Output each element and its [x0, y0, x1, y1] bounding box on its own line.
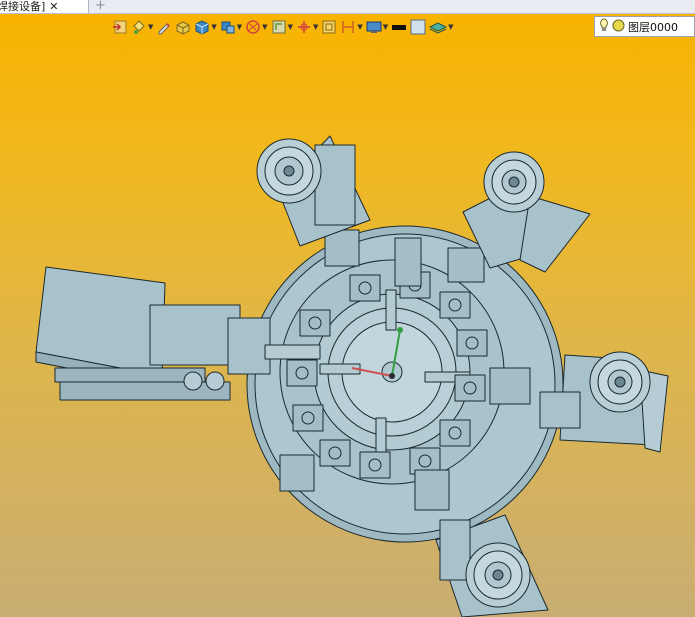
light-box-icon[interactable] [410, 19, 426, 35]
layer-selector[interactable]: 图层0000 [594, 16, 695, 37]
paint-bucket-icon[interactable]: ▼ [131, 19, 153, 35]
import-icon[interactable] [112, 19, 128, 35]
layers-stack-icon[interactable]: ▼ [429, 19, 454, 35]
pen-icon[interactable] [156, 19, 172, 35]
cube-blue-icon[interactable]: ▼ [194, 19, 217, 35]
dimension-icon[interactable]: ▼ [340, 19, 363, 35]
render-icon[interactable]: ▼ [245, 19, 268, 35]
cad-model[interactable] [0, 14, 695, 617]
feeder-unit-bottom [435, 514, 549, 617]
view-orientation-icon[interactable]: ▼ [271, 19, 293, 35]
tab-bar: 焊接设备] ✕ + [0, 0, 695, 14]
layer-name: 图层0000 [628, 20, 678, 34]
new-tab-button[interactable]: + [95, 0, 106, 13]
assembly-icon[interactable]: ▼ [220, 19, 242, 35]
bulb-icon[interactable] [599, 18, 609, 35]
view-toolbar: ▼ ▼ ▼ ▼ ▼ ▼ ▼ ▼ ▼ [112, 16, 454, 38]
3d-viewport[interactable]: ▼ ▼ ▼ ▼ ▼ ▼ ▼ ▼ ▼ 图层0000 [0, 14, 695, 617]
box-yellow-icon[interactable] [175, 19, 191, 35]
document-tab[interactable]: 焊接设备] ✕ [0, 0, 89, 13]
frame-icon[interactable] [321, 19, 337, 35]
tab-title: 焊接设备] [0, 0, 46, 13]
axes-icon[interactable]: ▼ [296, 19, 318, 35]
tab-close-icon[interactable]: ✕ [49, 1, 58, 12]
black-rect-icon[interactable] [391, 19, 407, 35]
layer-state-icon[interactable] [612, 19, 625, 35]
display-icon[interactable]: ▼ [366, 19, 388, 35]
